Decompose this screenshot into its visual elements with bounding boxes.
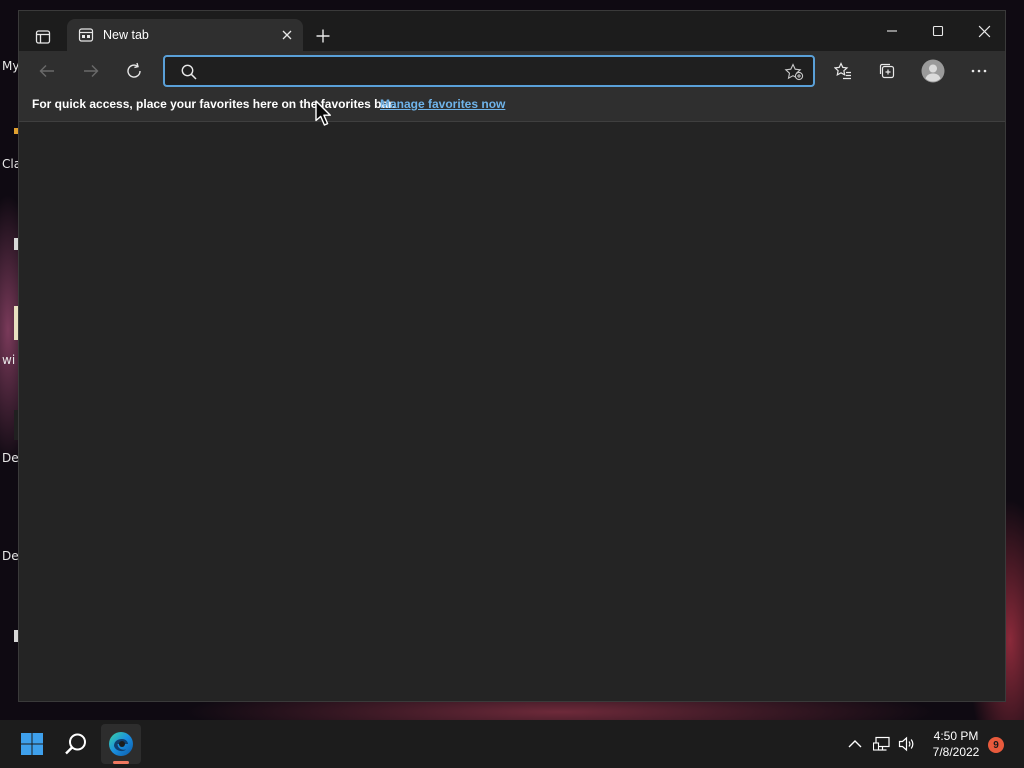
back-arrow-icon — [39, 65, 54, 77]
edge-browser-icon — [109, 732, 133, 756]
plus-icon — [316, 29, 330, 43]
forward-arrow-icon — [84, 65, 99, 77]
volume-icon — [898, 736, 914, 752]
tab-actions-icon — [35, 30, 51, 44]
tab-close-button[interactable] — [275, 23, 299, 47]
start-button[interactable] — [12, 724, 52, 764]
active-app-indicator — [113, 761, 129, 764]
volume-button[interactable] — [897, 734, 917, 754]
refresh-button[interactable] — [118, 55, 150, 87]
address-input[interactable] — [205, 60, 765, 84]
back-button[interactable] — [31, 55, 63, 87]
more-menu-button[interactable] — [963, 55, 995, 87]
desktop-icon-label[interactable]: My — [2, 59, 19, 73]
mouse-cursor-icon — [315, 100, 331, 126]
taskbar: 4:50 PM 7/8/2022 9 — [0, 720, 1024, 768]
maximize-icon — [932, 25, 944, 37]
tab-title: New tab — [103, 28, 149, 42]
desktop-icon-label[interactable]: wi — [2, 353, 15, 367]
favorites-icon — [834, 62, 851, 80]
profile-avatar-icon — [921, 59, 945, 83]
favorites-bar-message: For quick access, place your favorites h… — [32, 97, 396, 111]
minimize-button[interactable] — [869, 15, 915, 47]
manage-favorites-link[interactable]: Manage favorites now — [380, 97, 505, 111]
favorites-button[interactable] — [827, 55, 859, 87]
minimize-icon — [887, 30, 897, 32]
clock-date: 7/8/2022 — [932, 745, 980, 759]
more-menu-icon — [971, 69, 987, 73]
toolbar — [19, 51, 1005, 91]
tab-actions-button[interactable] — [29, 25, 57, 49]
chevron-up-icon — [848, 740, 862, 748]
newtab-page-icon — [78, 27, 94, 43]
network-icon — [873, 736, 890, 751]
address-bar[interactable] — [163, 55, 815, 87]
window-close-button[interactable] — [961, 15, 1007, 47]
system-clock[interactable]: 4:50 PM 7/8/2022 — [920, 728, 992, 760]
star-add-icon — [784, 63, 804, 81]
refresh-icon — [127, 62, 141, 78]
close-icon — [978, 25, 990, 37]
taskbar-search-button[interactable] — [56, 724, 96, 764]
network-status-button[interactable] — [872, 734, 892, 754]
collections-icon — [879, 63, 895, 79]
favorites-bar: For quick access, place your favorites h… — [19, 91, 1005, 122]
tab-new-tab[interactable]: New tab — [67, 19, 303, 51]
search-icon — [65, 733, 86, 755]
browser-window: New tab For quick access, place your fav… — [18, 10, 1006, 702]
desktop-icon-label[interactable]: De — [2, 451, 19, 465]
maximize-button[interactable] — [915, 15, 961, 47]
add-favorite-button[interactable] — [783, 62, 805, 82]
new-tab-button[interactable] — [309, 23, 337, 49]
notification-badge[interactable]: 9 — [988, 737, 1004, 753]
collections-button[interactable] — [871, 55, 903, 87]
desktop-icon-label[interactable]: De — [2, 549, 19, 563]
search-icon — [181, 64, 197, 80]
clock-time: 4:50 PM — [933, 729, 979, 743]
show-hidden-icons-button[interactable] — [845, 734, 865, 754]
windows-start-icon — [21, 733, 43, 755]
tab-strip: New tab — [19, 11, 1005, 51]
page-content — [19, 122, 1005, 701]
taskbar-edge-button[interactable] — [101, 724, 141, 764]
forward-button[interactable] — [75, 55, 107, 87]
close-icon — [282, 30, 292, 40]
profile-button[interactable] — [917, 55, 949, 87]
